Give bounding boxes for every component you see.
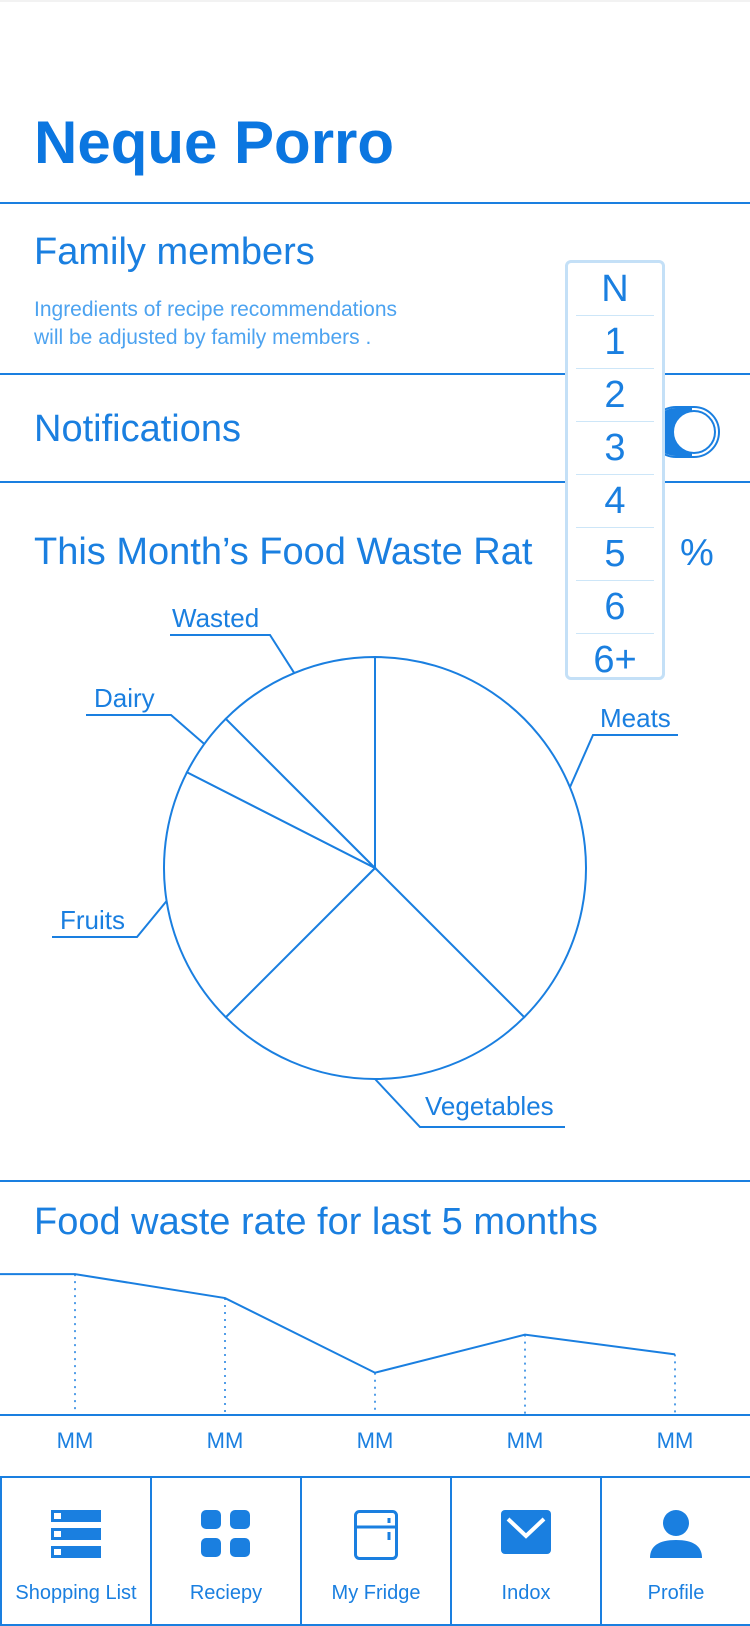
family-members-description: Ingredients of recipe recommendations wi… bbox=[34, 298, 398, 349]
pie-leader-line bbox=[86, 714, 205, 745]
pie-label: Meats bbox=[600, 703, 671, 733]
tab-profile[interactable]: Profile bbox=[600, 1476, 750, 1626]
x-tick-label: MM bbox=[357, 1428, 394, 1453]
x-tick-label: MM bbox=[207, 1428, 244, 1453]
person-icon bbox=[650, 1510, 702, 1563]
picker-option[interactable]: 6+ bbox=[576, 634, 654, 686]
list-icon bbox=[51, 1510, 101, 1563]
x-tick-label: MM bbox=[507, 1428, 544, 1453]
tab-my-fridge[interactable]: My Fridge bbox=[300, 1476, 452, 1626]
picker-option[interactable]: 3 bbox=[576, 422, 654, 475]
waste-trend-line-chart: MM MM MM MM MM bbox=[0, 1273, 750, 1453]
tab-bar: Shopping List Reciepy My Fridge Indox Pr… bbox=[0, 1476, 750, 1626]
tab-indox[interactable]: Indox bbox=[450, 1476, 602, 1626]
picker-option[interactable]: 4 bbox=[576, 475, 654, 528]
pie-label: Dairy bbox=[94, 683, 155, 713]
tab-label: Shopping List bbox=[15, 1582, 137, 1604]
grid-icon bbox=[201, 1510, 251, 1563]
trend-series-line bbox=[0, 1273, 676, 1374]
tab-reciepy[interactable]: Reciepy bbox=[150, 1476, 302, 1626]
family-members-picker[interactable]: N 1 2 3 4 5 6 6+ bbox=[565, 260, 665, 681]
tab-label: My Fridge bbox=[331, 1582, 421, 1604]
mail-icon bbox=[501, 1510, 551, 1559]
tab-shopping-list[interactable]: Shopping List bbox=[0, 1476, 152, 1626]
picker-option[interactable]: 6 bbox=[576, 581, 654, 634]
picker-option[interactable]: 5 bbox=[576, 528, 654, 581]
pie-label: Vegetables bbox=[425, 1091, 554, 1121]
picker-option[interactable]: 1 bbox=[576, 316, 654, 369]
x-tick-label: MM bbox=[657, 1428, 694, 1453]
fridge-icon bbox=[354, 1510, 398, 1565]
pie-label: Wasted bbox=[172, 603, 259, 633]
pie-label: Fruits bbox=[60, 905, 125, 935]
trend-title: Food waste rate for last 5 months bbox=[34, 1201, 598, 1243]
pie-leader-line bbox=[170, 634, 296, 674]
tab-label: Reciepy bbox=[189, 1582, 263, 1604]
notifications-label: Notifications bbox=[34, 408, 241, 450]
x-tick-label: MM bbox=[57, 1428, 94, 1453]
divider bbox=[0, 1180, 750, 1182]
family-members-label: Family members bbox=[34, 231, 315, 273]
family-members-row[interactable]: Family members bbox=[34, 230, 315, 274]
tab-label: Indox bbox=[501, 1582, 551, 1604]
status-bar-divider bbox=[0, 0, 750, 2]
toggle-knob bbox=[672, 410, 716, 454]
pie-leader-line bbox=[569, 734, 678, 788]
picker-option[interactable]: N bbox=[576, 263, 654, 316]
tab-label: Profile bbox=[647, 1582, 705, 1604]
divider bbox=[0, 202, 750, 204]
picker-option[interactable]: 2 bbox=[576, 369, 654, 422]
page-title: Neque Porro bbox=[34, 109, 395, 176]
